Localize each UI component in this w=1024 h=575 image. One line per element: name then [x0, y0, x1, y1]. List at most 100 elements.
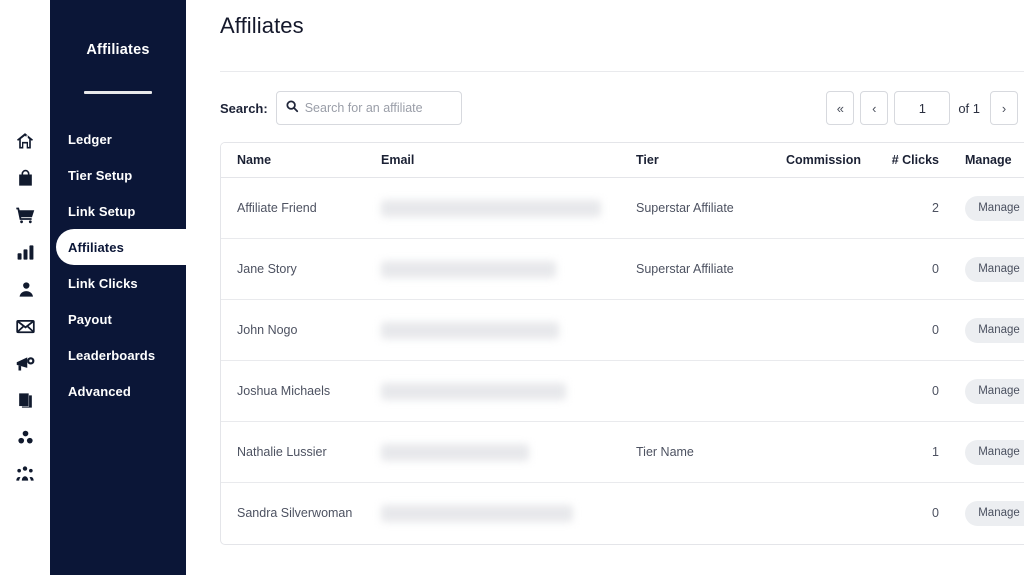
cell-commission — [766, 483, 861, 544]
cell-commission — [766, 178, 861, 239]
column-header-email[interactable]: Email — [381, 143, 636, 178]
cell-commission — [766, 239, 861, 300]
manage-button[interactable]: Manage — [965, 317, 1024, 343]
cell-name: John Nogo — [237, 323, 298, 337]
bag-icon[interactable] — [12, 165, 38, 191]
cell-commission — [766, 300, 861, 361]
main-content: Affiliates ? Search: « ‹ of 1 › » — [186, 0, 1024, 575]
people-icon[interactable] — [12, 461, 38, 487]
cell-tier — [636, 300, 766, 361]
redacted-email — [381, 321, 559, 339]
book-icon[interactable] — [12, 387, 38, 413]
cell-email — [381, 239, 636, 300]
manage-button-label: Manage — [978, 385, 1020, 397]
sidebar-item-advanced[interactable]: Advanced — [50, 373, 186, 409]
cell-clicks: 0 — [932, 506, 939, 521]
sidebar-item-label: Ledger — [68, 131, 112, 147]
cell-email — [381, 178, 636, 239]
search-box[interactable] — [275, 91, 462, 125]
column-header-manage: Manage — [939, 143, 1024, 178]
manage-button[interactable]: Manage — [965, 378, 1024, 404]
redacted-email — [381, 260, 556, 278]
affiliates-table: Name Email Tier Commission # Clicks Mana… — [221, 143, 1024, 544]
redacted-email — [381, 504, 573, 522]
megaphone-icon[interactable] — [12, 350, 38, 376]
cell-email — [381, 422, 636, 483]
app-root: Affiliates Ledger Tier Setup Link Setup … — [0, 0, 1024, 575]
table-row: Nathalie Lussier Tier Name 1 Manage — [221, 422, 1024, 483]
table-head: Name Email Tier Commission # Clicks Mana… — [221, 143, 1024, 178]
page-header: Affiliates ? — [220, 0, 1024, 41]
cell-manage: Manage — [939, 422, 1024, 483]
search-group: Search: — [220, 91, 462, 125]
manage-button-label: Manage — [978, 507, 1020, 520]
cell-manage: Manage — [939, 483, 1024, 544]
table-header-row: Name Email Tier Commission # Clicks Mana… — [221, 143, 1024, 178]
table-row: John Nogo 0 Manage — [221, 300, 1024, 361]
search-label: Search: — [220, 100, 268, 116]
sidebar-item-label: Advanced — [68, 383, 131, 399]
cell-clicks: 1 — [932, 445, 939, 459]
column-header-tier[interactable]: Tier — [636, 143, 766, 178]
cell-name: Nathalie Lussier — [237, 445, 327, 459]
manage-button-label: Manage — [978, 324, 1020, 336]
sidebar-item-label: Affiliates — [68, 239, 124, 255]
cell-manage: Manage — [939, 300, 1024, 361]
cell-manage: Manage — [939, 361, 1024, 422]
affiliates-table-card: Name Email Tier Commission # Clicks Mana… — [220, 142, 1024, 545]
table-row: Jane Story Superstar Affiliate 0 Manage — [221, 239, 1024, 300]
shopping-cart-icon[interactable] — [12, 202, 38, 228]
group-dots-icon[interactable] — [12, 424, 38, 450]
page-number-input[interactable] — [894, 91, 951, 125]
manage-button[interactable]: Manage — [965, 195, 1024, 221]
manage-button-label: Manage — [978, 202, 1020, 214]
redacted-email — [381, 382, 566, 400]
cell-tier: Superstar Affiliate — [636, 262, 734, 276]
sidebar-item-affiliates[interactable]: Affiliates — [56, 229, 186, 265]
cell-tier — [636, 483, 766, 544]
next-page-button[interactable]: › — [990, 91, 1018, 125]
sidebar-item-label: Leaderboards — [68, 347, 156, 363]
manage-button-label: Manage — [978, 446, 1020, 458]
column-header-commission[interactable]: Commission — [766, 143, 861, 178]
cell-email — [381, 361, 636, 422]
header-divider — [220, 71, 1024, 72]
user-icon[interactable] — [12, 276, 38, 302]
cell-tier: Superstar Affiliate — [636, 201, 734, 215]
sidebar-item-label: Link Setup — [68, 203, 136, 219]
bar-chart-icon[interactable] — [12, 239, 38, 265]
table-row: Sandra Silverwoman 0 Manage — [221, 483, 1024, 544]
manage-button[interactable]: Manage — [965, 439, 1024, 465]
column-header-clicks[interactable]: # Clicks — [861, 143, 939, 178]
cell-manage: Manage — [939, 178, 1024, 239]
cell-name: Affiliate Friend — [237, 201, 317, 215]
cell-commission — [766, 361, 861, 422]
cell-clicks: 0 — [932, 262, 939, 276]
manage-button[interactable]: Manage — [965, 500, 1024, 526]
sidebar-item-payout[interactable]: Payout — [50, 301, 186, 337]
sidebar: Affiliates Ledger Tier Setup Link Setup … — [50, 0, 186, 575]
sidebar-item-label: Link Clicks — [68, 275, 138, 291]
search-input[interactable] — [304, 101, 453, 115]
manage-button-label: Manage — [978, 263, 1020, 275]
home-icon[interactable] — [12, 128, 38, 154]
search-icon — [285, 99, 299, 118]
first-page-button[interactable]: « — [826, 91, 855, 125]
prev-page-button[interactable]: ‹ — [860, 91, 889, 125]
sidebar-item-ledger[interactable]: Ledger — [50, 121, 186, 157]
table-row: Affiliate Friend Superstar Affiliate 2 Mana… — [221, 178, 1024, 239]
redacted-email — [381, 199, 601, 217]
sidebar-item-link-setup[interactable]: Link Setup — [50, 193, 186, 229]
cell-name: Jane Story — [237, 262, 297, 276]
page-title: Affiliates — [220, 13, 304, 38]
sidebar-item-link-clicks[interactable]: Link Clicks — [50, 265, 186, 301]
cell-tier — [636, 361, 766, 422]
manage-button[interactable]: Manage — [965, 256, 1024, 282]
column-header-name[interactable]: Name — [221, 143, 381, 178]
cell-email — [381, 300, 636, 361]
envelope-icon[interactable] — [12, 313, 38, 339]
sidebar-item-leaderboards[interactable]: Leaderboards — [50, 337, 186, 373]
sidebar-item-label: Payout — [68, 311, 112, 327]
sidebar-item-tier-setup[interactable]: Tier Setup — [50, 157, 186, 193]
cell-tier: Tier Name — [636, 445, 694, 459]
